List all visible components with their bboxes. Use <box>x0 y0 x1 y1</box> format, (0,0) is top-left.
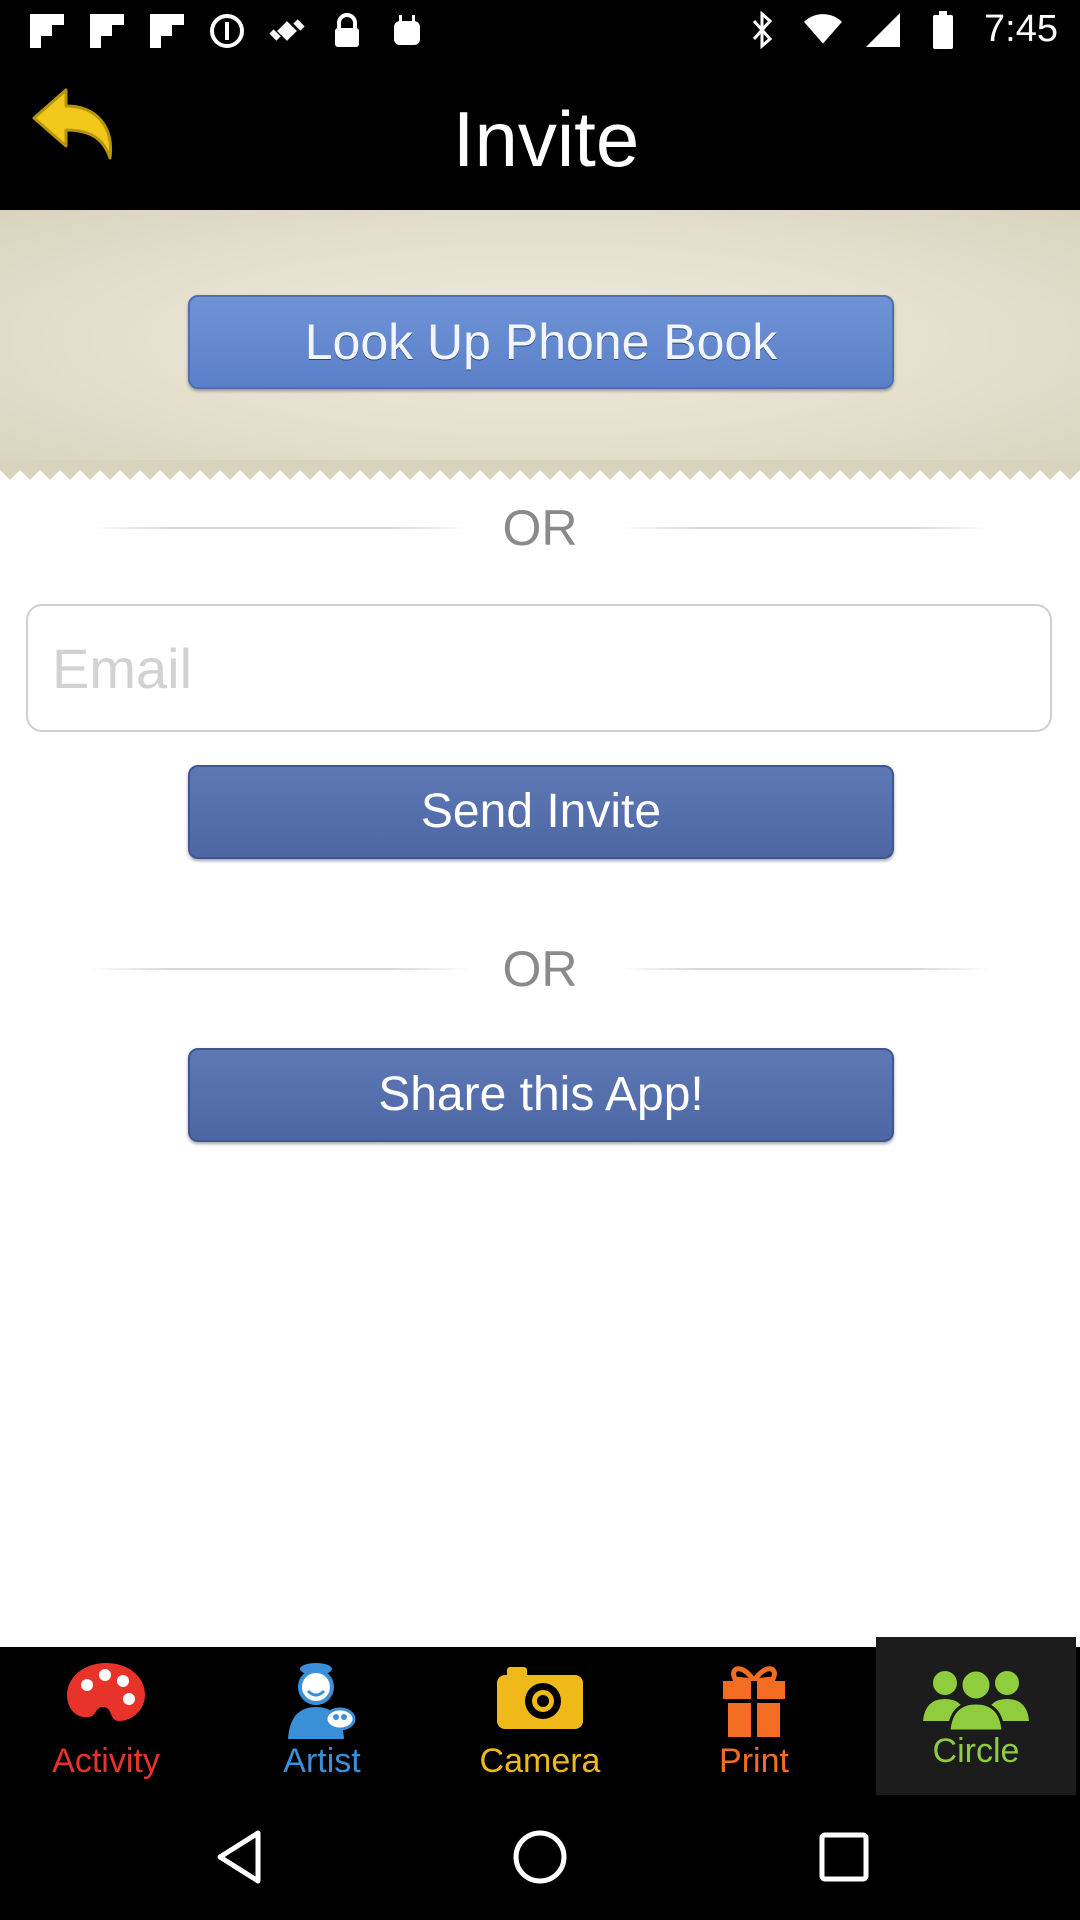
tab-label: Camera <box>479 1742 601 1780</box>
tab-label: Circle <box>932 1732 1020 1770</box>
app-header: Invite <box>0 64 1080 210</box>
bluetooth-icon <box>744 10 782 49</box>
tab-artist[interactable]: Artist <box>222 1647 422 1795</box>
recents-square-icon[interactable] <box>814 1827 874 1887</box>
tab-activity[interactable]: Activity <box>6 1647 206 1795</box>
palette-icon <box>67 1663 145 1721</box>
clock: 7:45 <box>984 8 1058 50</box>
signal-icon <box>864 11 902 49</box>
flipboard-icon <box>28 12 66 50</box>
share-app-button[interactable]: Share this App! <box>188 1048 894 1142</box>
camera-icon <box>497 1667 583 1729</box>
artist-icon <box>288 1663 356 1739</box>
email-field[interactable] <box>26 604 1052 732</box>
or-label: OR <box>502 941 578 997</box>
fake-gps-icon <box>268 12 306 50</box>
page-title: Invite <box>452 95 640 183</box>
or-label: OR <box>502 500 578 556</box>
tab-camera[interactable]: Camera <box>440 1647 640 1795</box>
people-icon <box>923 1668 1029 1731</box>
send-invite-button[interactable]: Send Invite <box>188 765 894 859</box>
tab-label: Artist <box>283 1742 361 1780</box>
data-saver-icon <box>208 12 246 50</box>
share-app-label: Share this App! <box>378 1068 704 1121</box>
flipboard-icon <box>88 12 126 50</box>
or-divider: OR <box>0 939 1080 999</box>
zigzag-divider <box>0 460 1080 480</box>
bottom-tab-bar: Activity Artist Camera Print Circle <box>0 1637 1080 1795</box>
android-icon <box>388 12 426 50</box>
system-nav-bar <box>0 1795 1080 1920</box>
send-invite-label: Send Invite <box>420 785 662 838</box>
look-up-phone-book-button[interactable]: Look Up Phone Book <box>188 295 894 389</box>
tab-label: Activity <box>52 1742 160 1780</box>
tab-print[interactable]: Print <box>654 1647 854 1795</box>
look-up-phone-book-label: Look Up Phone Book <box>304 314 778 370</box>
tab-label: Print <box>719 1742 789 1780</box>
wifi-icon <box>804 11 843 49</box>
lock-icon <box>328 12 366 50</box>
tab-circle[interactable]: Circle <box>876 1637 1076 1795</box>
home-circle-icon[interactable] <box>510 1827 570 1887</box>
flipboard-icon <box>148 12 186 50</box>
status-bar: 7:45 <box>0 0 1080 64</box>
gift-icon <box>723 1666 785 1737</box>
or-divider: OR <box>0 498 1080 558</box>
back-triangle-icon[interactable] <box>210 1827 270 1887</box>
battery-icon <box>924 10 962 49</box>
